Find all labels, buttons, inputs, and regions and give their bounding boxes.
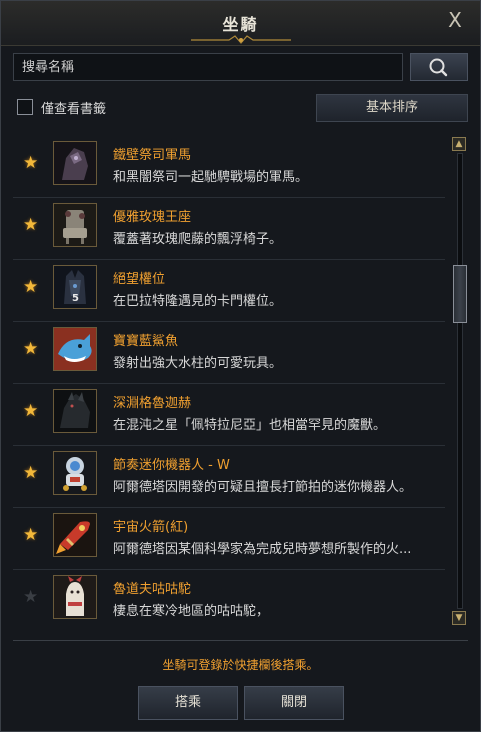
close-window-button[interactable]: X: [444, 9, 466, 31]
bookmark-star-icon[interactable]: ★: [23, 215, 38, 235]
footer-note: 坐騎可登錄於快捷欄後搭乘。: [162, 658, 319, 672]
title-ornament-icon: [191, 35, 291, 44]
scroll-track[interactable]: [457, 153, 463, 609]
mount-list-item[interactable]: ★ 宇宙火箭(紅) 阿爾德塔因某個科學家為完成兒時夢想所製作的火...: [13, 507, 445, 570]
rose-throne-icon: [53, 203, 97, 247]
abyss-beast-icon: [53, 389, 97, 433]
sort-button[interactable]: 基本排序: [316, 94, 468, 122]
mount-name: 節奏迷你機器人 - W: [113, 458, 230, 473]
mount-name: 絕望權位: [113, 272, 166, 287]
bookmark-only-label: 僅查看書籤: [41, 102, 107, 117]
bookmark-only-checkbox[interactable]: [17, 99, 33, 115]
mount-description: 棲息在寒冷地區的咕咕駝，: [113, 604, 270, 619]
bookmark-star-icon[interactable]: ★: [23, 587, 38, 607]
scroll-down-button[interactable]: ▼: [452, 611, 466, 625]
bookmark-star-icon[interactable]: ★: [23, 525, 38, 545]
mount-list-item[interactable]: ★ 節奏迷你機器人 - W 阿爾德塔因開發的可疑且擅長打節拍的迷你機器人。: [13, 445, 445, 508]
quantity-badge: 5: [72, 293, 79, 304]
mount-description: 和黑闇祭司一起馳騁戰場的軍馬。: [113, 170, 309, 185]
mini-robot-icon: [53, 451, 97, 495]
close-button[interactable]: 關閉: [244, 686, 344, 720]
mount-list-item[interactable]: ★ 優雅玫瑰王座 覆蓋著玫瑰爬藤的飄浮椅子。: [13, 197, 445, 260]
footer-divider: [13, 640, 468, 641]
mount-description: 阿爾德塔因某個科學家為完成兒時夢想所製作的火...: [113, 542, 412, 557]
mount-description: 在混沌之星「佩特拉尼亞」也相當罕見的魔獸。: [113, 418, 387, 433]
search-icon: [429, 58, 448, 77]
mount-list-item[interactable]: ★ 魯道夫咕咕駝 棲息在寒冷地區的咕咕駝，: [13, 569, 445, 629]
bookmark-star-icon[interactable]: ★: [23, 277, 38, 297]
mount-name: 寶寶藍鯊魚: [113, 334, 179, 349]
red-rocket-icon: [53, 513, 97, 557]
mount-list-item[interactable]: ★ 鐵壁祭司軍馬 和黑闇祭司一起馳騁戰場的軍馬。: [13, 135, 445, 198]
scroll-thumb[interactable]: [453, 265, 467, 323]
mount-description: 覆蓋著玫瑰爬藤的飄浮椅子。: [113, 232, 283, 247]
scroll-up-button[interactable]: ▲: [452, 137, 466, 151]
bookmark-star-icon[interactable]: ★: [23, 153, 38, 173]
dark-armored-horse-icon: [53, 141, 97, 185]
mount-name: 魯道夫咕咕駝: [113, 582, 192, 597]
despair-throne-icon: 5: [53, 265, 97, 309]
mount-list-item[interactable]: ★ 深淵格魯迦赫 在混沌之星「佩特拉尼亞」也相當罕見的魔獸。: [13, 383, 445, 446]
mount-name: 優雅玫瑰王座: [113, 210, 192, 225]
mount-description: 阿爾德塔因開發的可疑且擅長打節拍的迷你機器人。: [113, 480, 413, 495]
mount-list-item[interactable]: ★ 5 絕望權位 在巴拉特隆遇見的卡門權位。: [13, 259, 445, 322]
mount-description: 在巴拉特隆遇見的卡門權位。: [113, 294, 283, 309]
title-bar[interactable]: 坐騎 X: [1, 1, 480, 46]
window-title: 坐騎: [222, 15, 259, 34]
search-input[interactable]: [13, 53, 403, 81]
mount-name: 深淵格魯迦赫: [113, 396, 192, 411]
bookmark-star-icon[interactable]: ★: [23, 401, 38, 421]
mount-list-scrollbar[interactable]: ▲ ▼: [452, 137, 468, 627]
search-button[interactable]: [410, 53, 468, 81]
mount-list-item[interactable]: ★ 寶寶藍鯊魚 發射出強大水柱的可愛玩具。: [13, 321, 445, 384]
mount-name: 鐵壁祭司軍馬: [113, 148, 192, 163]
mount-window: 坐騎 X 僅查看書籤 基本排序 ★ 鐵壁祭司軍馬 和黑闇祭司一起馳騁戰場的軍馬。…: [0, 0, 481, 732]
mount-name: 宇宙火箭(紅): [113, 520, 189, 535]
mount-list: ★ 鐵壁祭司軍馬 和黑闇祭司一起馳騁戰場的軍馬。 ★ 優雅玫瑰王座 覆蓋著玫瑰爬…: [13, 135, 445, 629]
bookmark-star-icon[interactable]: ★: [23, 463, 38, 483]
ride-button[interactable]: 搭乘: [138, 686, 238, 720]
mount-description: 發射出強大水柱的可愛玩具。: [113, 356, 283, 371]
blue-shark-icon: [53, 327, 97, 371]
bookmark-star-icon[interactable]: ★: [23, 339, 38, 359]
white-camel-icon: [53, 575, 97, 619]
